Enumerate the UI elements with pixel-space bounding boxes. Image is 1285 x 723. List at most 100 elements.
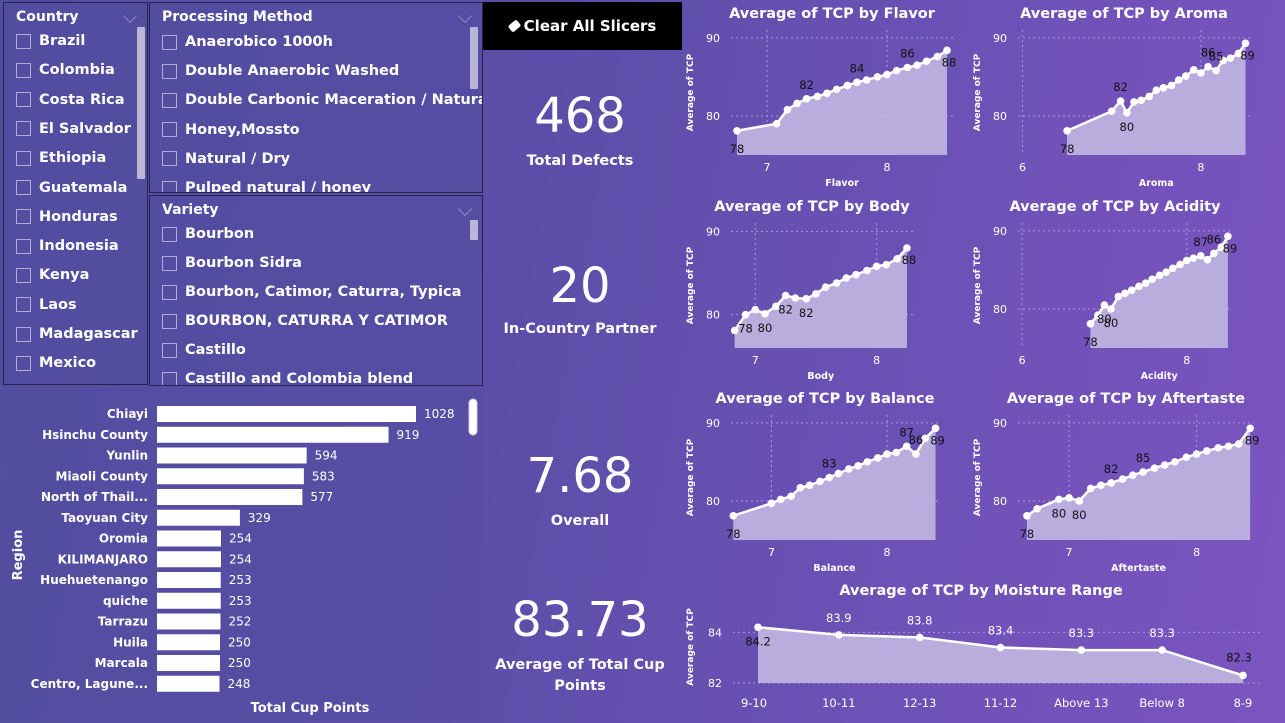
checkbox[interactable]: [162, 151, 177, 167]
region-scrollbar[interactable]: [468, 398, 478, 436]
checkbox[interactable]: [162, 284, 177, 300]
data-point[interactable]: [1197, 69, 1205, 77]
region-bar[interactable]: [157, 592, 221, 609]
processing-method-item[interactable]: Natural / Dry: [162, 151, 290, 167]
data-point[interactable]: [1214, 444, 1223, 452]
data-point[interactable]: [729, 511, 738, 520]
chevron-down-icon[interactable]: [457, 8, 473, 24]
data-point[interactable]: [1167, 81, 1176, 90]
variety-item[interactable]: Bourbon, Catimor, Caturra, Typica: [162, 284, 461, 300]
country-item[interactable]: Honduras: [16, 209, 118, 225]
data-point[interactable]: [1055, 495, 1063, 504]
data-point[interactable]: [1075, 497, 1084, 505]
checkbox[interactable]: [16, 326, 31, 342]
data-point[interactable]: [787, 492, 795, 501]
data-point[interactable]: [1171, 458, 1179, 466]
region-bar[interactable]: [157, 426, 389, 443]
data-point[interactable]: [1174, 76, 1183, 84]
region-bar[interactable]: [157, 572, 221, 588]
data-point[interactable]: [751, 305, 760, 314]
processing-method-item[interactable]: Anaerobico 1000h: [162, 34, 333, 50]
data-point[interactable]: [931, 424, 940, 433]
data-point[interactable]: [767, 499, 776, 508]
data-point[interactable]: [943, 46, 951, 55]
data-point[interactable]: [892, 448, 901, 457]
data-point[interactable]: [1224, 232, 1232, 241]
data-point[interactable]: [915, 633, 924, 642]
data-point[interactable]: [892, 66, 901, 75]
data-point[interactable]: [845, 465, 853, 473]
data-point[interactable]: [813, 92, 822, 101]
data-point[interactable]: [1065, 494, 1073, 502]
data-point[interactable]: [802, 94, 811, 103]
data-point[interactable]: [1130, 98, 1138, 106]
clear-all-slicers-button[interactable]: Clear All Slicers: [483, 2, 682, 50]
checkbox[interactable]: [16, 238, 31, 254]
data-point[interactable]: [1077, 646, 1086, 654]
region-bar[interactable]: [157, 675, 220, 692]
country-item[interactable]: Laos: [16, 297, 77, 313]
data-point[interactable]: [933, 52, 942, 61]
variety-item[interactable]: Castillo and Colombia blend: [162, 371, 413, 385]
region-bar[interactable]: [157, 406, 416, 422]
data-point[interactable]: [863, 266, 871, 275]
data-point[interactable]: [1203, 447, 1211, 455]
data-point[interactable]: [821, 283, 830, 291]
country-scrollbar[interactable]: [137, 27, 145, 179]
data-point[interactable]: [1212, 66, 1220, 75]
data-point[interactable]: [1181, 72, 1190, 80]
region-bar[interactable]: [157, 509, 240, 526]
data-point[interactable]: [781, 291, 790, 300]
region-bar[interactable]: [157, 613, 221, 630]
checkbox[interactable]: [162, 122, 177, 138]
variety-item[interactable]: Castillo: [162, 342, 246, 358]
processing-method-item[interactable]: Double Anaerobic Washed: [162, 63, 399, 79]
country-item[interactable]: Indonesia: [16, 238, 119, 254]
checkbox[interactable]: [162, 63, 177, 79]
data-point[interactable]: [754, 623, 762, 632]
data-point[interactable]: [835, 631, 843, 639]
region-bar[interactable]: [157, 530, 221, 547]
variety-scrollbar[interactable]: [470, 220, 478, 240]
data-point[interactable]: [1182, 453, 1191, 461]
country-item[interactable]: Madagascar: [16, 326, 138, 342]
processing-method-item[interactable]: Honey,Mossto: [162, 122, 300, 138]
data-point[interactable]: [996, 643, 1005, 652]
checkbox[interactable]: [16, 355, 31, 371]
checkbox[interactable]: [162, 34, 177, 50]
data-point[interactable]: [741, 310, 750, 319]
checkbox[interactable]: [162, 255, 177, 271]
data-point[interactable]: [1114, 292, 1123, 301]
data-point[interactable]: [823, 89, 831, 98]
region-bar[interactable]: [157, 447, 307, 464]
data-point[interactable]: [793, 99, 801, 108]
data-point[interactable]: [912, 450, 920, 458]
data-point[interactable]: [1118, 475, 1127, 483]
data-point[interactable]: [805, 481, 814, 490]
data-point[interactable]: [883, 450, 891, 458]
data-point[interactable]: [791, 294, 800, 302]
data-point[interactable]: [842, 274, 851, 282]
data-point[interactable]: [872, 262, 881, 271]
data-point[interactable]: [834, 469, 843, 478]
checkbox[interactable]: [16, 150, 31, 166]
data-point[interactable]: [1129, 471, 1137, 479]
region-bar[interactable]: [157, 655, 220, 671]
data-point[interactable]: [761, 310, 769, 318]
variety-item[interactable]: BOURBON, CATURRA Y CATIMOR: [162, 313, 448, 329]
data-point[interactable]: [1148, 275, 1156, 284]
data-point[interactable]: [1107, 479, 1115, 487]
chevron-down-icon[interactable]: [457, 201, 473, 217]
country-item[interactable]: Brazil: [16, 33, 85, 49]
data-point[interactable]: [1158, 646, 1166, 654]
data-point[interactable]: [1162, 268, 1170, 277]
data-point[interactable]: [1234, 440, 1243, 448]
data-point[interactable]: [832, 279, 841, 287]
data-point[interactable]: [816, 477, 824, 486]
data-point[interactable]: [1116, 97, 1125, 105]
data-point[interactable]: [1150, 464, 1159, 472]
data-point[interactable]: [1155, 271, 1164, 280]
data-point[interactable]: [776, 495, 785, 504]
data-point[interactable]: [1210, 249, 1218, 258]
data-point[interactable]: [1160, 461, 1169, 469]
